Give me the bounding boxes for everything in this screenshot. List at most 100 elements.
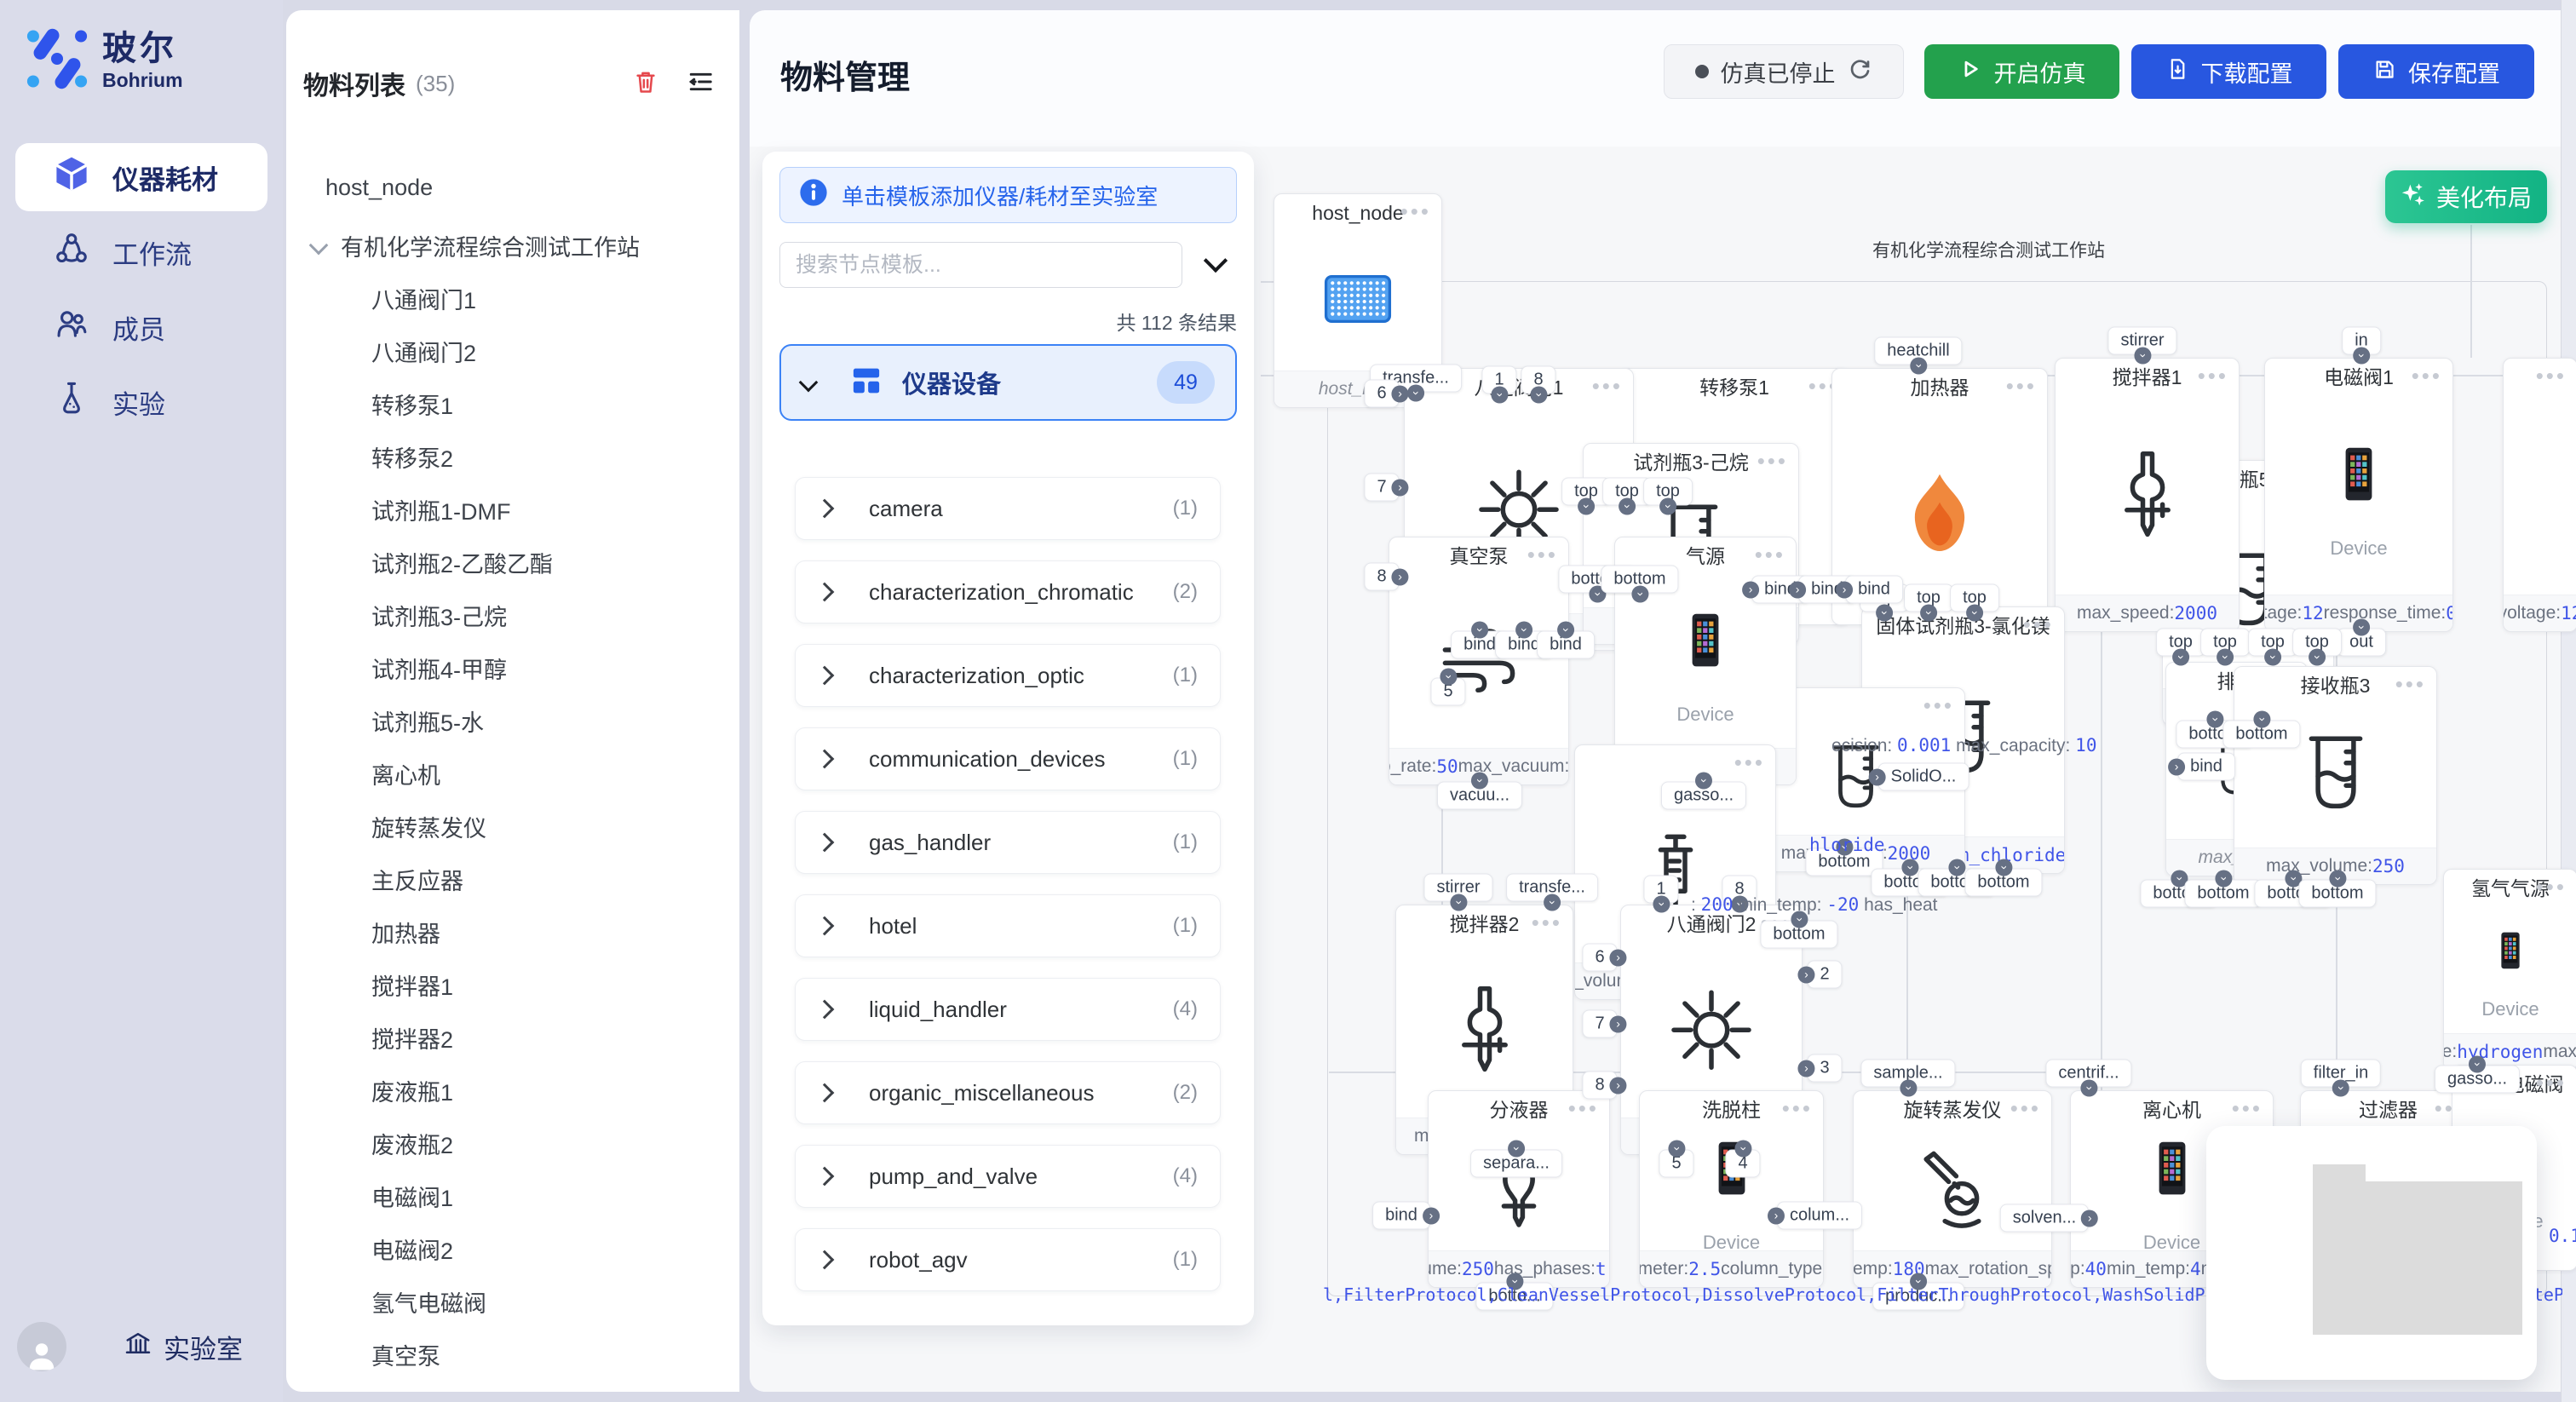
port-chip-sample[interactable]: sample...› bbox=[1860, 1060, 1955, 1088]
category-row-organic_miscellaneous[interactable]: organic_miscellaneous (2) bbox=[795, 1061, 1221, 1124]
port-chip-8[interactable]: 8› bbox=[1364, 563, 1399, 591]
node-menu-icon[interactable]: ••• bbox=[1400, 193, 1431, 230]
port-chip-4[interactable]: 4› bbox=[1725, 1150, 1760, 1178]
category-row-gas_handler[interactable]: gas_handler (1) bbox=[795, 811, 1221, 874]
sidebar-item-cube[interactable]: 仪器耗材 bbox=[15, 143, 267, 211]
node-menu-icon[interactable]: ••• bbox=[2395, 666, 2426, 703]
node-menu-icon[interactable]: ••• bbox=[1755, 537, 1785, 573]
list-item-试剂瓶1-DMF[interactable]: 试剂瓶1-DMF bbox=[286, 484, 739, 535]
node-menu-icon[interactable]: ••• bbox=[2536, 869, 2567, 905]
node-menu-icon[interactable]: ••• bbox=[1532, 905, 1562, 941]
port-chip-gasso[interactable]: gasso...› bbox=[2435, 1066, 2520, 1094]
search-template-input[interactable] bbox=[779, 242, 1182, 288]
canvas-node-真空泵[interactable]: 真空泵 •••ump_rate: 50 max_vacuum: 0.1 bbox=[1389, 537, 1569, 785]
node-menu-icon[interactable]: ••• bbox=[2198, 358, 2228, 394]
canvas-node-电磁阀1[interactable]: 电磁阀1 •••Devicevoltage: 12 response_time:… bbox=[2264, 358, 2453, 632]
canvas-node-接收瓶3[interactable]: 接收瓶3 •••max_volume: 250 bbox=[2234, 666, 2437, 885]
port-chip-bind[interactable]: bind› bbox=[1372, 1202, 1430, 1230]
node-menu-icon[interactable]: ••• bbox=[1592, 368, 1623, 405]
list-item-试剂瓶3-己烷[interactable]: 试剂瓶3-己烷 bbox=[286, 589, 739, 641]
list-item-host_node[interactable]: host_node bbox=[286, 162, 739, 213]
category-row-characterization_optic[interactable]: characterization_optic (1) bbox=[795, 644, 1221, 707]
node-menu-icon[interactable]: ••• bbox=[1527, 537, 1558, 573]
list-item-搅拌器2[interactable]: 搅拌器2 bbox=[286, 1012, 739, 1063]
category-row-hotel[interactable]: hotel (1) bbox=[795, 894, 1221, 957]
chevron-down-icon[interactable] bbox=[309, 236, 329, 256]
port-chip-top[interactable]: top› bbox=[1904, 584, 1953, 612]
port-chip-8[interactable]: 8› bbox=[1521, 366, 1555, 394]
port-chip-bottom[interactable]: bottom› bbox=[2222, 721, 2300, 749]
sidebar-item-workflow[interactable]: 工作流 bbox=[15, 218, 267, 286]
node-menu-icon[interactable]: ••• bbox=[1923, 687, 1954, 724]
port-chip-1[interactable]: 1› bbox=[1481, 366, 1516, 394]
port-chip-filter_in[interactable]: filter_in› bbox=[2301, 1060, 2381, 1088]
port-chip-heatchill[interactable]: heatchill› bbox=[1874, 337, 1962, 365]
port-chip-gasso[interactable]: gasso...› bbox=[1661, 782, 1746, 810]
list-item-试剂瓶4-甲醇[interactable]: 试剂瓶4-甲醇 bbox=[286, 642, 739, 693]
node-menu-icon[interactable]: ••• bbox=[2023, 606, 2054, 643]
save-config-button[interactable]: 保存配置 bbox=[2338, 44, 2534, 99]
category-row-robot_agv[interactable]: robot_agv (1) bbox=[795, 1228, 1221, 1291]
port-chip-bind[interactable]: bind› bbox=[1537, 631, 1595, 659]
list-item-废液瓶1[interactable]: 废液瓶1 bbox=[286, 1065, 739, 1116]
list-item-旋转蒸发仪[interactable]: 旋转蒸发仪 bbox=[286, 801, 739, 852]
list-item-转移泵1[interactable]: 转移泵1 bbox=[286, 378, 739, 429]
port-chip-bottom[interactable]: bottom› bbox=[1601, 566, 1678, 594]
list-item-试剂瓶5-水[interactable]: 试剂瓶5-水 bbox=[286, 695, 739, 746]
port-chip-colum[interactable]: colum...› bbox=[1777, 1202, 1862, 1230]
list-item-氢气电磁阀[interactable]: 氢气电磁阀 bbox=[286, 1276, 739, 1327]
port-chip-top[interactable]: top› bbox=[2248, 629, 2297, 657]
port-chip-bottom[interactable]: bottom› bbox=[1760, 921, 1837, 949]
sidebar-item-flask[interactable]: 实验 bbox=[15, 368, 267, 436]
chevron-down-icon[interactable] bbox=[1207, 252, 1239, 273]
port-chip-top[interactable]: top› bbox=[1950, 584, 1999, 612]
list-item-真空泵[interactable]: 真空泵 bbox=[286, 1329, 739, 1380]
category-row-pump_and_valve[interactable]: pump_and_valve (4) bbox=[795, 1145, 1221, 1208]
port-chip-bottom[interactable]: bottom› bbox=[2298, 880, 2376, 908]
port-chip-2[interactable]: 2› bbox=[1807, 961, 1842, 989]
port-chip-5[interactable]: 5› bbox=[1430, 678, 1465, 706]
refresh-icon[interactable] bbox=[1848, 56, 1873, 88]
port-chip-top[interactable]: top› bbox=[2156, 629, 2205, 657]
canvas-node-洗脱柱[interactable]: 洗脱柱 •••Devicediameter: 2.5 column_type: … bbox=[1639, 1090, 1824, 1288]
port-chip-solven[interactable]: solven...› bbox=[2000, 1204, 2089, 1232]
node-menu-icon[interactable]: ••• bbox=[2412, 358, 2442, 394]
lab-entry[interactable]: 实验室 bbox=[123, 1328, 243, 1366]
list-item-有机化学流程综合测试工作站[interactable]: 有机化学流程综合测试工作站 bbox=[286, 220, 739, 271]
node-menu-icon[interactable]: ••• bbox=[2536, 358, 2567, 394]
category-row-liquid_handler[interactable]: liquid_handler (4) bbox=[795, 978, 1221, 1041]
canvas-node-旋转蒸发仪[interactable]: 旋转蒸发仪 •••temp: 180 max_rotation_sp bbox=[1853, 1090, 2052, 1288]
canvas-node-氢气气源[interactable]: 氢气气源 •••Device_type: hydrogen max_pre bbox=[2443, 869, 2576, 1071]
list-item-电磁阀1[interactable]: 电磁阀1 bbox=[286, 1170, 739, 1221]
node-menu-icon[interactable]: ••• bbox=[1757, 443, 1788, 480]
port-chip-5[interactable]: 5› bbox=[1659, 1150, 1693, 1178]
port-chip-6[interactable]: 6› bbox=[1582, 944, 1617, 972]
list-item-转移泵2[interactable]: 转移泵2 bbox=[286, 431, 739, 482]
port-chip-in[interactable]: in› bbox=[2342, 327, 2381, 355]
port-chip-6[interactable]: 6› bbox=[1364, 380, 1399, 408]
list-item-搅拌器1[interactable]: 搅拌器1 bbox=[286, 959, 739, 1010]
port-chip-bind[interactable]: bind› bbox=[1845, 576, 1903, 604]
port-chip-top[interactable]: top› bbox=[2200, 629, 2250, 657]
beautify-layout-button[interactable]: 美化布局 bbox=[2385, 170, 2547, 223]
canvas-node-node-7[interactable]: •••voltage: 12 bbox=[2503, 358, 2576, 632]
avatar[interactable] bbox=[17, 1322, 66, 1371]
port-chip-7[interactable]: 7› bbox=[1582, 1010, 1617, 1038]
node-menu-icon[interactable]: ••• bbox=[2536, 1065, 2567, 1101]
list-item-离心机[interactable]: 离心机 bbox=[286, 748, 739, 799]
list-item-废液瓶2[interactable]: 废液瓶2 bbox=[286, 1118, 739, 1169]
list-item-电磁阀2[interactable]: 电磁阀2 bbox=[286, 1223, 739, 1274]
node-menu-icon[interactable]: ••• bbox=[2006, 368, 2037, 405]
list-item-八通阀门1[interactable]: 八通阀门1 bbox=[286, 273, 739, 324]
category-row-characterization_chromatic[interactable]: characterization_chromatic (2) bbox=[795, 560, 1221, 623]
port-chip-7[interactable]: 7› bbox=[1364, 474, 1399, 502]
node-menu-icon[interactable]: ••• bbox=[2232, 1090, 2263, 1127]
port-chip-separa[interactable]: separa...› bbox=[1470, 1150, 1562, 1178]
download-config-button[interactable]: 下载配置 bbox=[2131, 44, 2326, 99]
start-simulation-button[interactable]: 开启仿真 bbox=[1924, 44, 2119, 99]
port-chip-bind[interactable]: bind› bbox=[2177, 753, 2235, 781]
node-menu-icon[interactable]: ••• bbox=[2010, 1090, 2041, 1127]
delete-icon[interactable] bbox=[630, 66, 661, 101]
list-item-试剂瓶2-乙酸乙酯[interactable]: 试剂瓶2-乙酸乙酯 bbox=[286, 537, 739, 588]
port-chip-SolidO[interactable]: SolidO...› bbox=[1878, 763, 1969, 791]
